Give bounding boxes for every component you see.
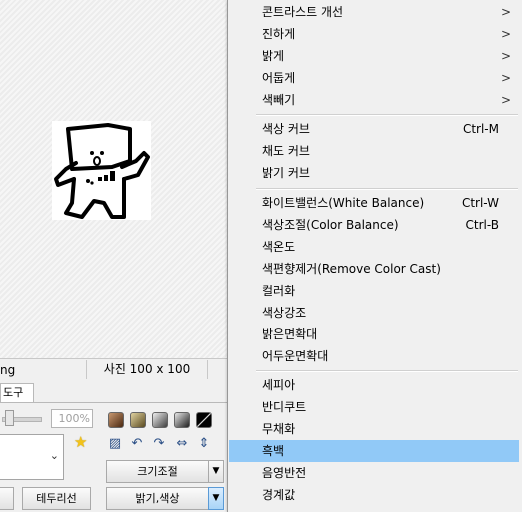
menu-item-label: 색상 커브	[262, 122, 310, 136]
menu-item-contrast[interactable]: 콘트라스트 개선 >	[229, 1, 519, 23]
menu-item-label: 색상강조	[262, 306, 307, 320]
tool-panel: 도구 100% ⌄ ★ ▨ ↶ ↷ ⇔ ⇕ 크기조절 ▼ 테두리선 밝기,색상 …	[0, 380, 228, 512]
menu-item-sepia[interactable]: 세피아	[229, 374, 519, 396]
menu-item-brighten[interactable]: 밝게 >	[229, 45, 519, 67]
menu-item-expand-highlights[interactable]: 밝은면확대	[229, 323, 519, 345]
menu-item-label: 밝기 커브	[262, 166, 310, 180]
menu-item-label: 어두운면확대	[262, 349, 329, 363]
submenu-arrow-icon: >	[500, 27, 511, 41]
chevron-down-icon: ⌄	[49, 449, 59, 462]
submenu-arrow-icon: >	[500, 93, 511, 107]
border-line-button[interactable]: 테두리선	[22, 487, 91, 510]
menu-item-white-balance[interactable]: 화이트밸런스(White Balance) Ctrl-W	[229, 192, 519, 214]
image-thumbnail	[52, 121, 151, 220]
menu-item-label: 흑백	[262, 444, 285, 458]
menu-item-label: 진하게	[262, 27, 296, 41]
menu-item-label: 세피아	[262, 378, 296, 392]
menu-shortcut: Ctrl-M	[462, 122, 499, 136]
character-drawing	[54, 123, 150, 219]
swatch-gray[interactable]	[152, 412, 168, 428]
menu-item-saturation-curve[interactable]: 채도 커브	[229, 140, 519, 162]
status-photo-size: 사진 100 x 100	[86, 360, 208, 379]
rotate-left-icon[interactable]: ↶	[129, 436, 145, 452]
zoom-input[interactable]: 100%	[51, 409, 93, 428]
menu-item-expand-shadows[interactable]: 어두운면확대	[229, 345, 519, 367]
menu-item-label: 채도 커브	[262, 144, 310, 158]
menu-item-invert[interactable]: 음영반전	[229, 462, 519, 484]
left-panel-button[interactable]	[0, 487, 14, 510]
preset-combo[interactable]: ⌄	[0, 434, 64, 480]
flip-vertical-icon[interactable]: ⇕	[196, 436, 212, 452]
submenu-arrow-icon: >	[500, 49, 511, 63]
menu-shortcut: Ctrl-B	[465, 218, 500, 232]
menu-item-darker-tone[interactable]: 진하게 >	[229, 23, 519, 45]
menu-item-color-curve[interactable]: 색상 커브 Ctrl-M	[229, 118, 519, 140]
resize-dropdown-button[interactable]: ▼	[208, 460, 224, 483]
menu-item-colorize[interactable]: 컬러화	[229, 280, 519, 302]
menu-item-label: 어둡게	[262, 71, 296, 85]
rotate-right-icon[interactable]: ↷	[151, 436, 167, 452]
tab-divider	[0, 402, 228, 403]
menu-item-label: 색편향제거(Remove Color Cast)	[262, 262, 441, 276]
menu-item-label: 화이트밸런스(White Balance)	[262, 196, 425, 210]
menu-separator	[256, 188, 518, 190]
menu-item-threshold[interactable]: 경계값	[229, 484, 519, 506]
brightness-color-button[interactable]: 밝기,색상	[106, 487, 209, 510]
menu-item-desaturate[interactable]: 색빼기 >	[229, 89, 519, 111]
menu-item-label: 색빼기	[262, 93, 296, 107]
submenu-arrow-icon: >	[500, 71, 511, 85]
menu-item-color-emphasis[interactable]: 색상강조	[229, 302, 519, 324]
flip-horizontal-icon[interactable]: ⇔	[174, 436, 190, 452]
swatch-brown[interactable]	[108, 412, 124, 428]
menu-item-label: 콘트라스트 개선	[262, 5, 344, 19]
menu-item-label: 밝게	[262, 49, 285, 63]
rotate-free-icon[interactable]: ▨	[107, 436, 123, 452]
swatch-dark-gray[interactable]	[174, 412, 190, 428]
menu-item-label: 음영반전	[262, 466, 307, 480]
tab-tools[interactable]: 도구	[0, 383, 34, 402]
menu-item-darken[interactable]: 어둡게 >	[229, 67, 519, 89]
menu-item-label: 무채화	[262, 422, 296, 436]
menu-item-color-temperature[interactable]: 색온도	[229, 236, 519, 258]
swatch-black-white[interactable]	[196, 412, 212, 428]
menu-item-color-balance[interactable]: 색상조절(Color Balance) Ctrl-B	[229, 214, 519, 236]
resize-button[interactable]: 크기조절	[106, 460, 209, 483]
menu-item-black-white[interactable]: 흑백	[229, 440, 519, 462]
status-filename: ng	[0, 363, 16, 377]
menu-item-remove-color-cast[interactable]: 색편향제거(Remove Color Cast)	[229, 258, 519, 280]
status-bar: ng 사진 100 x 100	[0, 358, 228, 381]
menu-item-label: 반디쿠트	[262, 400, 307, 414]
menu-item-achromatic[interactable]: 무채화	[229, 418, 519, 440]
menu-item-label: 밝은면확대	[262, 327, 318, 341]
favorite-star-icon[interactable]: ★	[74, 433, 87, 451]
menu-shortcut: Ctrl-W	[461, 196, 499, 210]
menu-separator	[256, 370, 518, 372]
menu-item-label: 컬러화	[262, 284, 296, 298]
swatch-sepia[interactable]	[130, 412, 146, 428]
menu-item-label: 경계값	[262, 488, 296, 502]
menu-item-label: 색온도	[262, 240, 296, 254]
image-canvas[interactable]	[0, 0, 228, 358]
menu-separator	[256, 114, 518, 116]
brightness-color-dropdown-button[interactable]: ▼	[208, 487, 224, 510]
menu-item-bandicoot[interactable]: 반디쿠트	[229, 396, 519, 418]
adjust-menu: 콘트라스트 개선 > 진하게 > 밝게 > 어둡게 > 색빼기 > 색상 커브 …	[227, 0, 522, 512]
submenu-arrow-icon: >	[500, 5, 511, 19]
menu-item-label: 색상조절(Color Balance)	[262, 218, 399, 232]
menu-item-brightness-curve[interactable]: 밝기 커브	[229, 162, 519, 184]
zoom-slider-handle[interactable]	[5, 410, 14, 426]
